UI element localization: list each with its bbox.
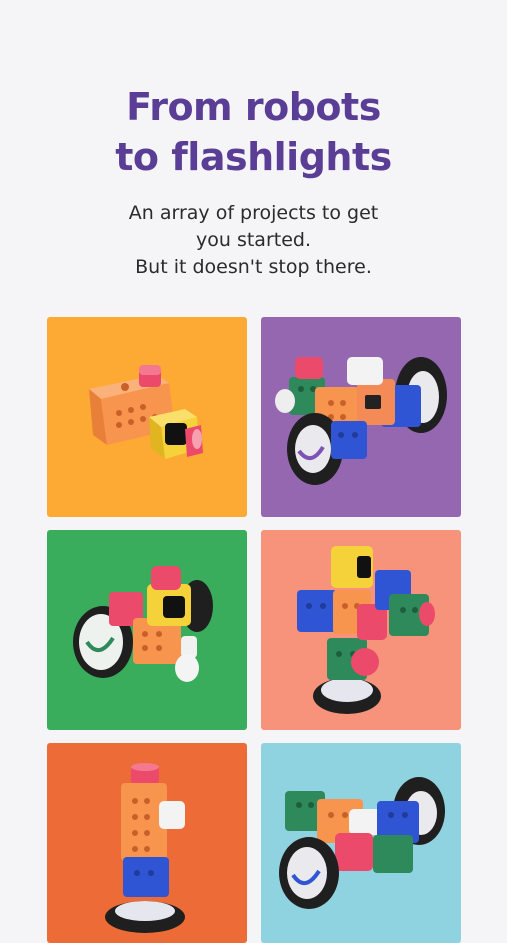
tower-robot-image: [261, 530, 461, 730]
project-tile-car[interactable]: [47, 530, 247, 730]
lamp-robot-image: [47, 743, 247, 943]
project-tile-flashlight[interactable]: [47, 317, 247, 517]
car-robot-image: [47, 530, 247, 730]
project-tile-lamp[interactable]: [47, 743, 247, 943]
page-subtitle: An array of projects to get you started.…: [0, 200, 507, 281]
page-title: From robots to flashlights: [0, 82, 507, 182]
title-line-2: to flashlights: [115, 135, 392, 179]
wheeled-robot-image: [261, 317, 461, 517]
project-tile-rover[interactable]: [261, 743, 461, 943]
subtitle-line-1: An array of projects to get: [128, 202, 379, 224]
subtitle-line-3: But it doesn't stop there.: [135, 256, 372, 278]
project-tile-tower[interactable]: [261, 530, 461, 730]
subtitle-line-2: you started.: [196, 229, 311, 251]
project-tile-wheeled-robot[interactable]: [261, 317, 461, 517]
flashlight-robot-image: [47, 317, 247, 517]
title-line-1: From robots: [126, 85, 381, 129]
rover-robot-image: [261, 743, 461, 943]
